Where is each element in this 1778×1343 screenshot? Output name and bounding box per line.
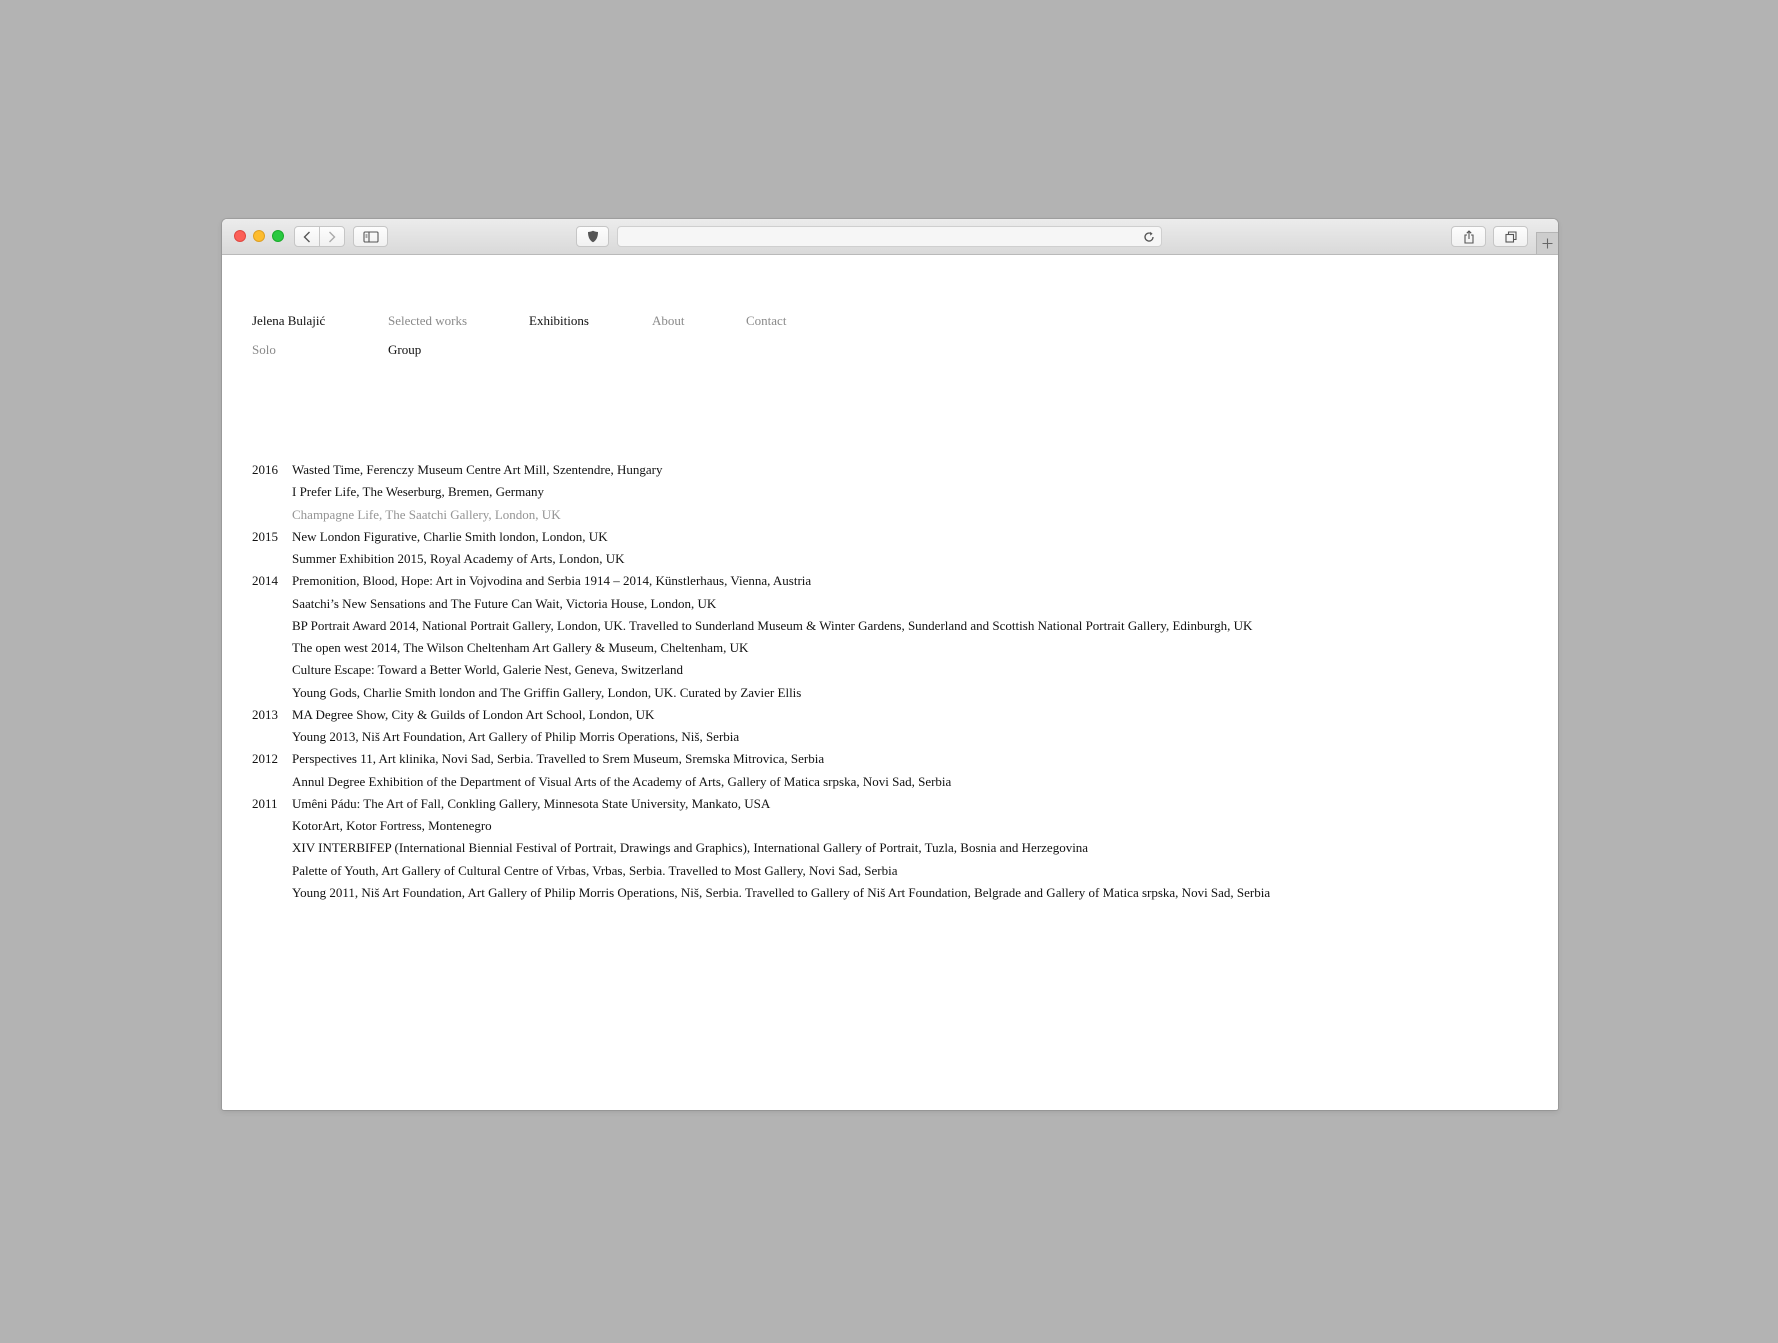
maximize-window-button[interactable] xyxy=(272,230,284,242)
sidebar-icon xyxy=(362,230,379,243)
exhibition-row: Culture Escape: Toward a Better World, G… xyxy=(252,659,1270,681)
exhibition-year xyxy=(252,860,292,882)
share-button[interactable] xyxy=(1451,226,1486,247)
exhibition-year: 2012 xyxy=(252,751,278,767)
sidebar-toggle-button[interactable] xyxy=(353,226,388,247)
share-icon xyxy=(1463,229,1474,244)
exhibition-row: The open west 2014, The Wilson Cheltenha… xyxy=(252,637,1270,659)
exhibition-row: Saatchi’s New Sensations and The Future … xyxy=(252,593,1270,615)
subnav-solo[interactable]: Solo xyxy=(252,342,276,358)
subnav-group[interactable]: Group xyxy=(388,342,421,358)
back-icon xyxy=(303,231,310,242)
exhibition-title: XIV INTERBIFEP (International Biennial F… xyxy=(292,840,1089,856)
exhibition-list: 2016 Wasted Time, Ferenczy Museum Centre … xyxy=(252,459,1270,904)
exhibition-row: Annul Degree Exhibition of the Departmen… xyxy=(252,771,1270,793)
show-tabs-button[interactable] xyxy=(1493,226,1528,247)
exhibition-row: Young 2011, Niš Art Foundation, Art Gall… xyxy=(252,882,1270,904)
minimize-window-button[interactable] xyxy=(253,230,265,242)
exhibition-year xyxy=(252,504,292,526)
exhibition-title: Young Gods, Charlie Smith london and The… xyxy=(292,684,802,700)
nav-selected-works[interactable]: Selected works xyxy=(388,313,467,329)
new-tab-icon xyxy=(1542,238,1553,249)
privacy-report-button[interactable] xyxy=(576,226,609,247)
exhibition-year xyxy=(252,682,292,704)
exhibition-title: Champagne Life, The Saatchi Gallery, Lon… xyxy=(292,506,561,522)
exhibition-title: Young 2013, Niš Art Foundation, Art Gall… xyxy=(292,729,740,744)
nav-about[interactable]: About xyxy=(652,313,685,329)
exhibition-year xyxy=(252,615,292,637)
exhibition-row: Young Gods, Charlie Smith london and The… xyxy=(252,682,1270,704)
forward-button[interactable] xyxy=(319,227,344,246)
exhibition-title: KotorArt, Kotor Fortress, Montenegro xyxy=(292,818,492,833)
privacy-icon xyxy=(587,230,598,243)
exhibition-title: Annul Degree Exhibition of the Departmen… xyxy=(292,773,952,789)
tabs-icon xyxy=(1504,230,1517,243)
exhibition-row: 2016 Wasted Time, Ferenczy Museum Centre … xyxy=(252,459,1270,481)
exhibition-title: Saatchi’s New Sensations and The Future … xyxy=(292,595,717,611)
exhibition-year: 2013 xyxy=(252,706,278,722)
exhibition-row: KotorArt, Kotor Fortress, Montenegro xyxy=(252,815,1270,837)
nav-contact[interactable]: Contact xyxy=(746,313,786,329)
exhibition-row: 2013 MA Degree Show, City & Guilds of Lon… xyxy=(252,704,1270,726)
new-tab-button[interactable] xyxy=(1536,232,1558,254)
reload-icon xyxy=(1144,231,1154,242)
exhibition-row: 2015 New London Figurative, Charlie Smith… xyxy=(252,526,1270,548)
browser-toolbar xyxy=(222,219,1558,255)
exhibition-row: Young 2013, Niš Art Foundation, Art Gall… xyxy=(252,726,1270,748)
exhibition-title: BP Portrait Award 2014, National Portrai… xyxy=(292,617,1253,633)
exhibition-title: Wasted Time, Ferenczy Museum Centre Art … xyxy=(292,462,663,477)
browser-window: Jelena Bulajić Selected works Exhibition… xyxy=(222,219,1558,1110)
exhibition-year xyxy=(252,659,292,681)
forward-icon xyxy=(329,231,336,242)
exhibition-row: Champagne Life, The Saatchi Gallery, Lon… xyxy=(252,504,1270,526)
exhibition-title: Umêni Pádu: The Art of Fall, Conkling Ga… xyxy=(292,795,771,811)
exhibition-year xyxy=(252,593,292,615)
exhibition-year xyxy=(252,637,292,659)
exhibition-row: 2011 Umêni Pádu: The Art of Fall, Conklin… xyxy=(252,793,1270,815)
close-window-button[interactable] xyxy=(234,230,246,242)
exhibition-year: 2014 xyxy=(252,573,278,589)
exhibition-title: Premonition, Blood, Hope: Art in Vojvodi… xyxy=(292,573,812,589)
exhibition-year: 2015 xyxy=(252,528,278,544)
exhibition-year: 2011 xyxy=(252,795,278,811)
exhibition-row: Palette of Youth, Art Gallery of Cultura… xyxy=(252,860,1270,882)
exhibition-title: MA Degree Show, City & Guilds of London … xyxy=(292,706,655,722)
exhibition-title: Culture Escape: Toward a Better World, G… xyxy=(292,662,684,678)
exhibition-row: 2014 Premonition, Blood, Hope: Art in Voj… xyxy=(252,570,1270,592)
back-button[interactable] xyxy=(295,227,319,246)
exhibition-row: 2012 Perspectives 11, Art klinika, Novi S… xyxy=(252,748,1270,770)
exhibition-row: Summer Exhibition 2015, Royal Academy of… xyxy=(252,548,1270,570)
history-nav-group xyxy=(294,226,345,247)
reload-button[interactable] xyxy=(1143,230,1155,248)
exhibition-year: 2016 xyxy=(252,462,278,477)
exhibition-title: The open west 2014, The Wilson Cheltenha… xyxy=(292,640,749,655)
exhibition-year xyxy=(252,837,292,859)
site-name-link[interactable]: Jelena Bulajić xyxy=(252,313,325,329)
exhibition-title: Palette of Youth, Art Gallery of Cultura… xyxy=(292,862,898,878)
address-bar[interactable] xyxy=(617,226,1162,247)
exhibition-title: Perspectives 11, Art klinika, Novi Sad, … xyxy=(292,751,825,767)
exhibition-year xyxy=(252,548,292,570)
nav-exhibitions[interactable]: Exhibitions xyxy=(529,313,589,329)
exhibition-title: Summer Exhibition 2015, Royal Academy of… xyxy=(292,551,625,566)
exhibition-row: I Prefer Life, The Weserburg, Bremen, Ge… xyxy=(252,481,1270,503)
exhibition-title: New London Figurative, Charlie Smith lon… xyxy=(292,528,608,544)
exhibition-year xyxy=(252,481,292,503)
exhibition-year xyxy=(252,771,292,793)
exhibition-year xyxy=(252,815,292,837)
exhibition-row: BP Portrait Award 2014, National Portrai… xyxy=(252,615,1270,637)
exhibition-year xyxy=(252,726,292,748)
exhibition-row: XIV INTERBIFEP (International Biennial F… xyxy=(252,837,1270,859)
exhibition-year xyxy=(252,882,292,904)
exhibition-title: I Prefer Life, The Weserburg, Bremen, Ge… xyxy=(292,484,545,500)
exhibition-title: Young 2011, Niš Art Foundation, Art Gall… xyxy=(292,884,1271,900)
